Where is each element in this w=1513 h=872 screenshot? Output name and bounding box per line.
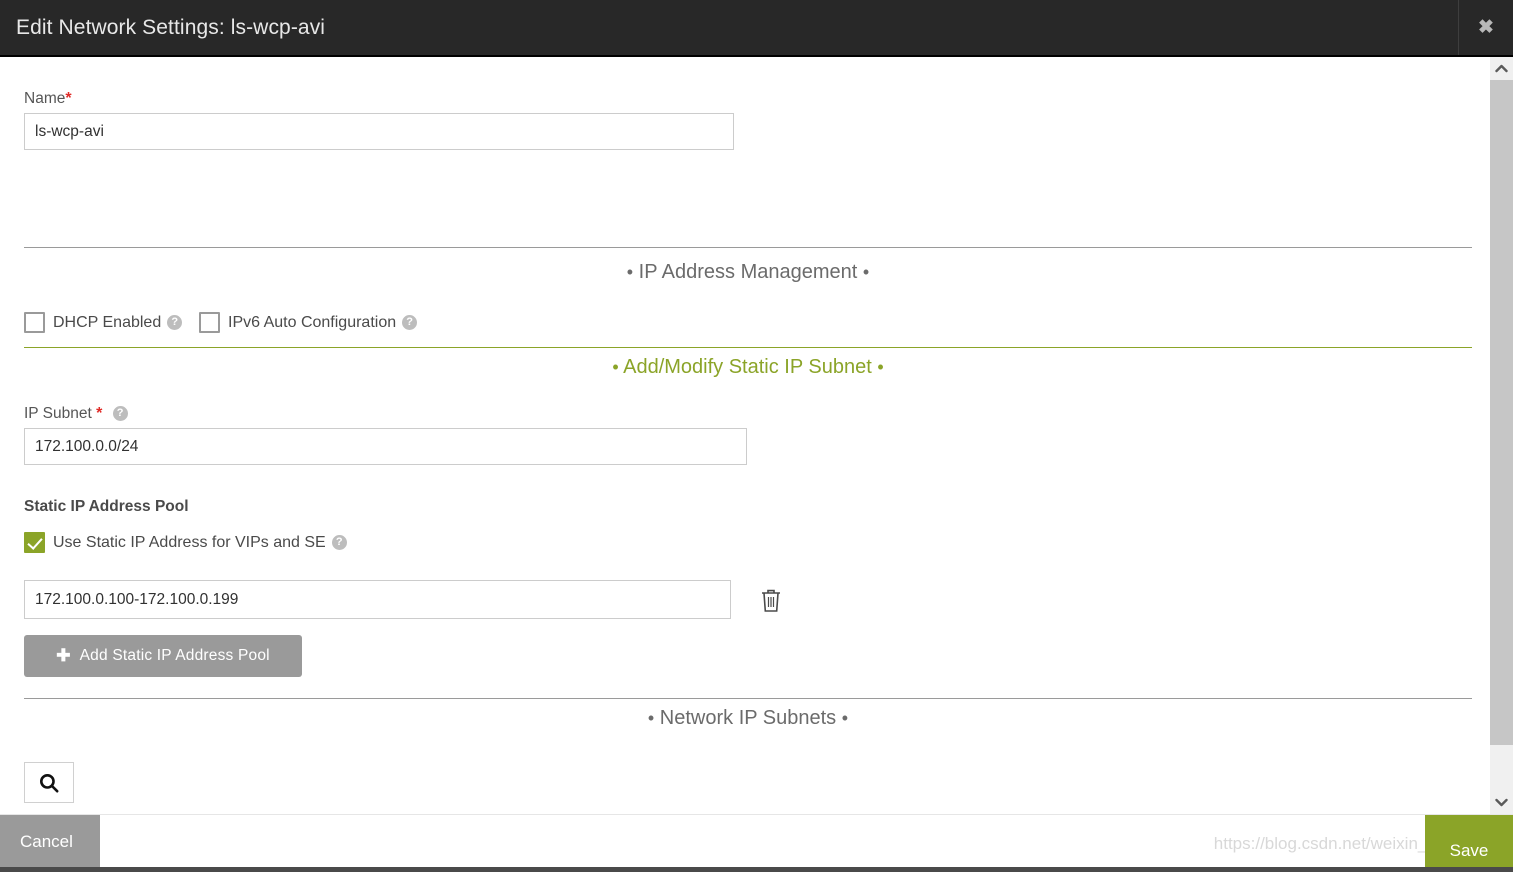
footer-bottom-rule bbox=[0, 867, 1513, 872]
static-ip-address-pool-title: Static IP Address Pool bbox=[24, 498, 189, 515]
add-button-label: Add Static IP Address Pool bbox=[79, 647, 270, 664]
bullet-right-icon: • bbox=[877, 357, 884, 378]
help-icon-ipv6[interactable]: ? bbox=[402, 315, 418, 330]
use-static-ip-label: Use Static IP Address for VIPs and SE bbox=[53, 533, 326, 551]
close-icon[interactable]: ✖ bbox=[1458, 0, 1513, 55]
section-divider-static-subnet bbox=[24, 347, 1472, 348]
section-title-ip-address-management: • IP Address Management • bbox=[24, 261, 1472, 284]
use-static-ip-checkbox[interactable] bbox=[24, 532, 45, 553]
required-marker: * bbox=[96, 405, 103, 422]
static-ip-pool-row bbox=[24, 580, 784, 619]
help-icon-use-static-ip[interactable]: ? bbox=[331, 535, 347, 550]
checkbox-ipv6-auto-configuration[interactable]: IPv6 Auto Configuration ? bbox=[199, 312, 418, 333]
name-label-text: Name bbox=[24, 90, 66, 107]
section-divider-network-subnets bbox=[24, 698, 1472, 699]
checkbox-use-static-ip-for-vips-and-se[interactable]: Use Static IP Address for VIPs and SE ? bbox=[24, 532, 347, 553]
section-title-network-ip-subnets: • Network IP Subnets • bbox=[24, 707, 1472, 730]
ip-subnet-field-group: IP Subnet * ? bbox=[24, 405, 747, 465]
chevron-down-icon[interactable] bbox=[1490, 791, 1513, 814]
static-ip-pool-range-input[interactable] bbox=[24, 580, 731, 619]
section-title-add-modify-static-ip-subnet: • Add/Modify Static IP Subnet • bbox=[24, 356, 1472, 379]
bullet-left-icon: • bbox=[626, 262, 634, 283]
ip-subnet-label-text: IP Subnet bbox=[24, 405, 92, 422]
name-input[interactable] bbox=[24, 113, 734, 150]
dialog-title: Edit Network Settings: ls-wcp-avi bbox=[16, 16, 326, 39]
scrollbar-track[interactable] bbox=[1490, 80, 1513, 791]
dialog-titlebar: Edit Network Settings: ls-wcp-avi ✖ bbox=[0, 0, 1513, 57]
help-icon-dhcp[interactable]: ? bbox=[167, 315, 183, 330]
section-divider-ipam bbox=[24, 247, 1472, 248]
dhcp-enabled-checkbox[interactable] bbox=[24, 312, 45, 333]
section-title-text: Add/Modify Static IP Subnet bbox=[623, 356, 872, 378]
edit-network-settings-dialog: Edit Network Settings: ls-wcp-avi ✖ Name… bbox=[0, 0, 1513, 872]
ip-subnet-label: IP Subnet * ? bbox=[24, 405, 747, 423]
add-static-ip-address-pool-button[interactable]: ✚ Add Static IP Address Pool bbox=[24, 635, 302, 677]
help-icon-ip-subnet[interactable]: ? bbox=[112, 406, 128, 422]
dialog-body: Name* • IP Address Management • DHCP Ena… bbox=[0, 57, 1490, 814]
bullet-right-icon: • bbox=[862, 262, 870, 283]
plus-icon: ✚ bbox=[56, 646, 71, 665]
required-marker: * bbox=[65, 90, 72, 107]
section-title-text: IP Address Management bbox=[638, 261, 858, 283]
vertical-scrollbar[interactable] bbox=[1490, 57, 1513, 814]
name-label: Name* bbox=[24, 90, 784, 108]
cancel-button[interactable]: Cancel bbox=[0, 815, 100, 868]
dialog-footer: Cancel https://blog.csdn.net/weixin_4339… bbox=[0, 814, 1513, 872]
bullet-left-icon: • bbox=[647, 708, 655, 729]
save-button[interactable]: Save bbox=[1425, 815, 1513, 868]
dhcp-enabled-label: DHCP Enabled bbox=[53, 313, 162, 331]
bullet-left-icon: • bbox=[612, 357, 619, 378]
search-icon[interactable] bbox=[24, 762, 74, 803]
ipv6-auto-config-checkbox[interactable] bbox=[199, 312, 220, 333]
section-title-text: Network IP Subnets bbox=[659, 707, 837, 729]
ipv6-auto-config-label: IPv6 Auto Configuration bbox=[228, 313, 397, 331]
ip-subnet-input[interactable] bbox=[24, 428, 747, 465]
bullet-right-icon: • bbox=[841, 708, 849, 729]
name-field-group: Name* bbox=[24, 90, 784, 150]
trash-icon[interactable] bbox=[758, 586, 784, 614]
checkbox-dhcp-enabled[interactable]: DHCP Enabled ? bbox=[24, 312, 183, 333]
chevron-up-icon[interactable] bbox=[1490, 57, 1513, 80]
scrollbar-thumb[interactable] bbox=[1490, 80, 1513, 745]
